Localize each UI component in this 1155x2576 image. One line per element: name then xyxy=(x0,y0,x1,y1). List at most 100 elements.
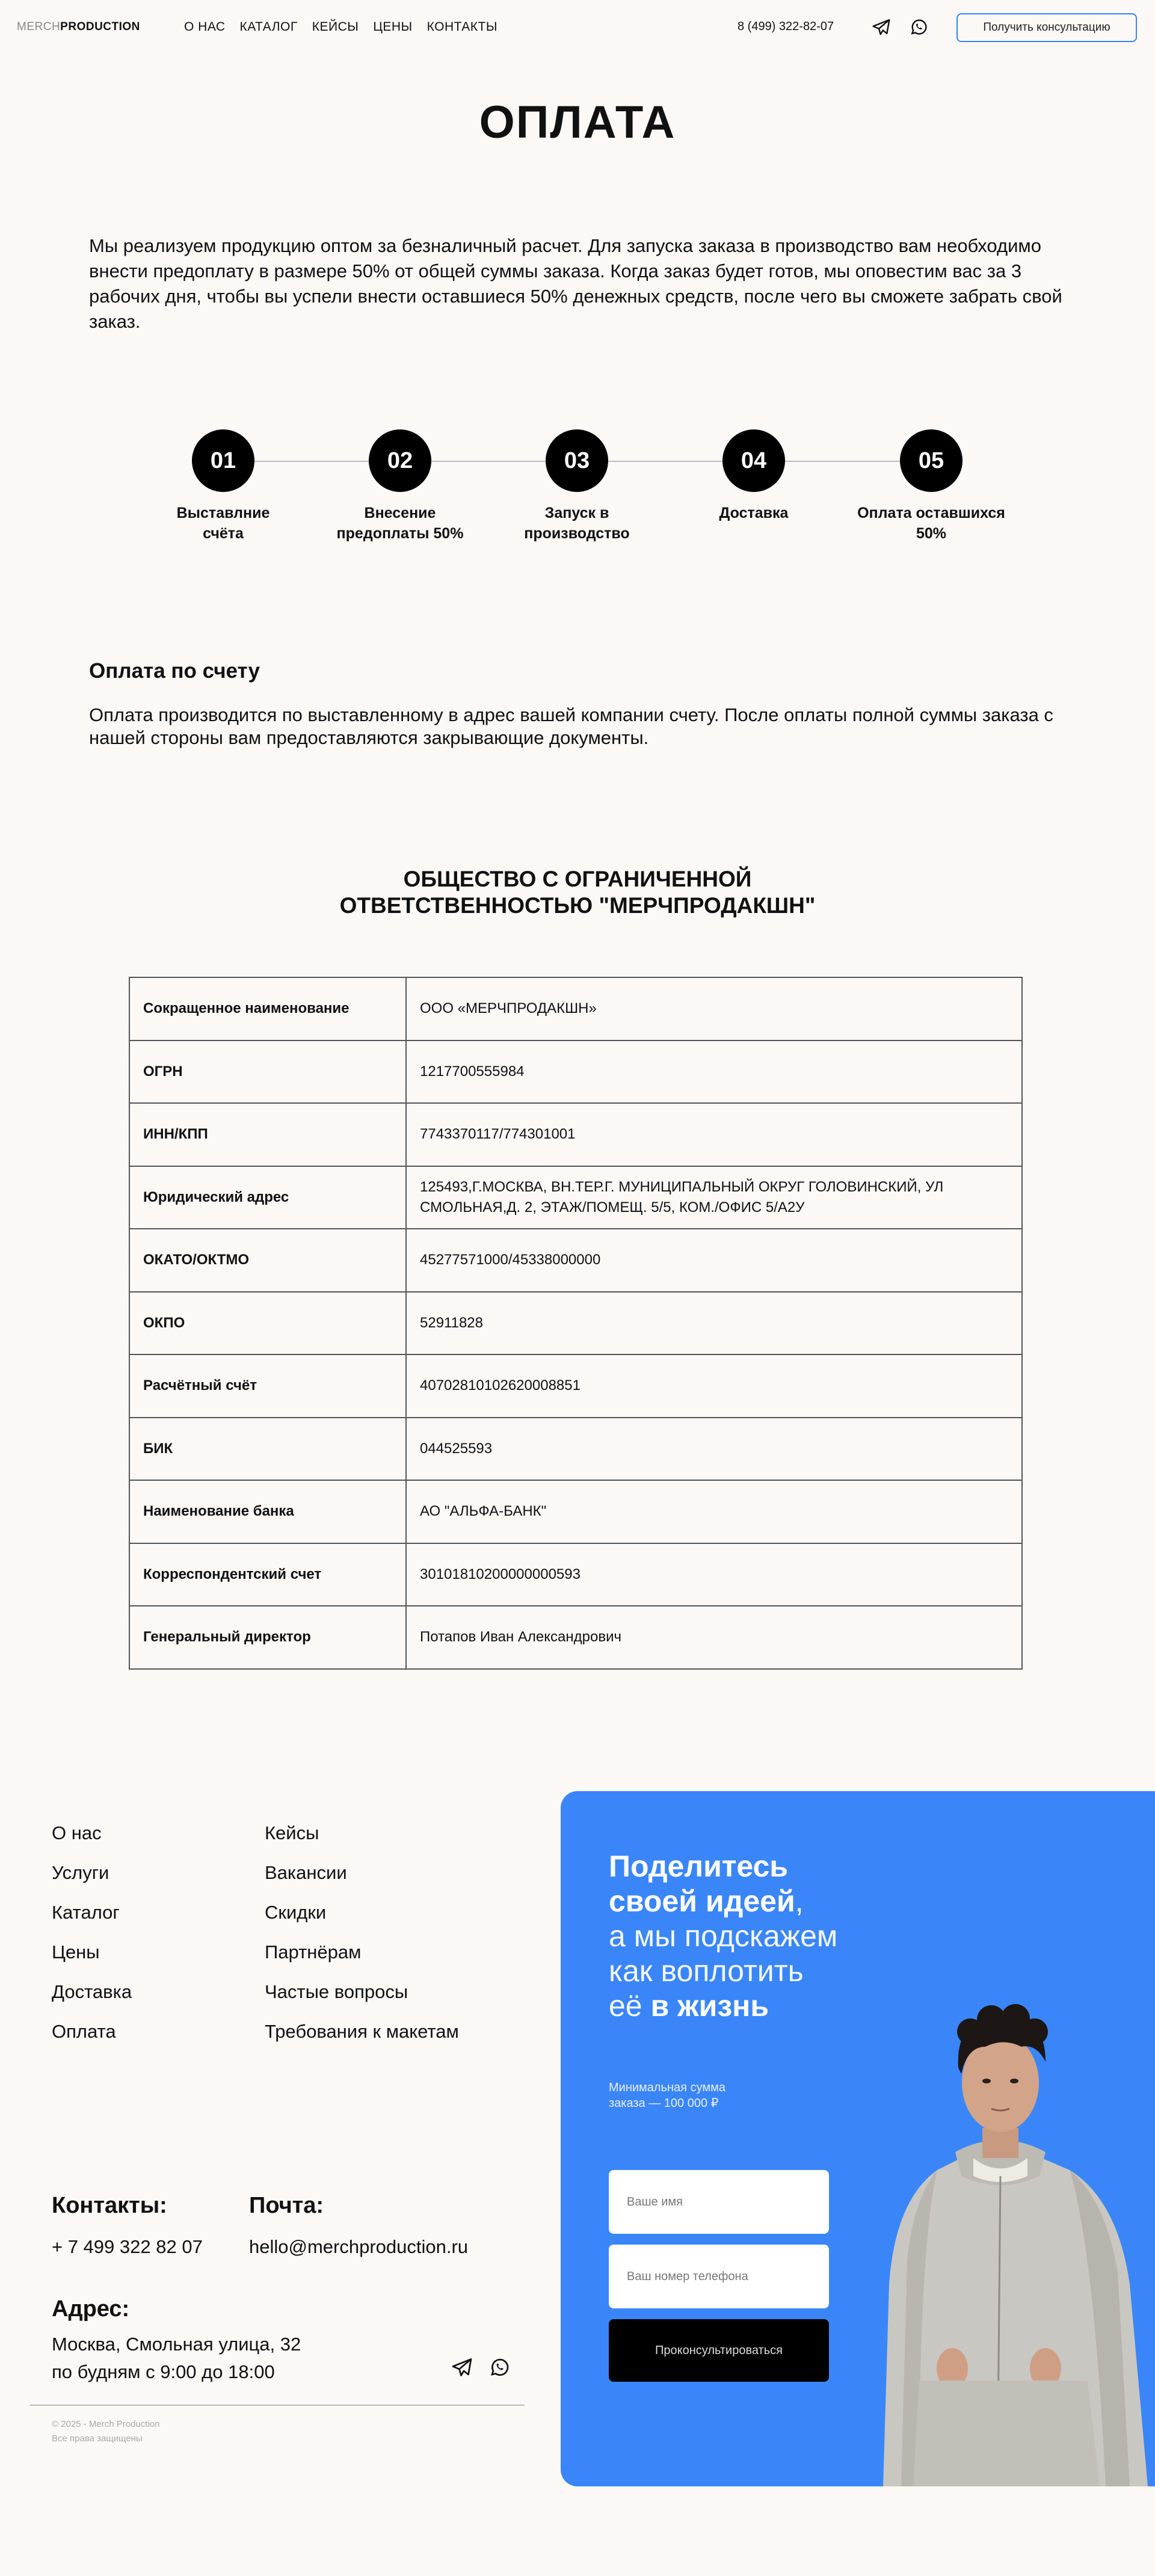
row-key: Наименование банка xyxy=(129,1480,407,1544)
table-row: Корреспондентский счет 301018102000000005… xyxy=(129,1542,1023,1606)
table-row: ОКПО 52911828 xyxy=(129,1291,1023,1355)
company-name-line1: ОБЩЕСТВО С ОГРАНИЧЕННОЙ xyxy=(403,867,752,891)
row-value: 30101810200000000593 xyxy=(405,1542,1023,1606)
footer-link-faq[interactable]: Частые вопросы xyxy=(265,1981,459,2021)
telegram-icon[interactable] xyxy=(870,16,893,38)
footer-link-partners[interactable]: Партнёрам xyxy=(265,1941,459,1981)
table-row: ОГРН 1217700555984 xyxy=(129,1039,1023,1104)
footer-link-prices[interactable]: Цены xyxy=(52,1941,132,1981)
step-label: Запуск в производство xyxy=(524,505,630,542)
headline-part: Поделитесь xyxy=(609,1849,789,1883)
headline-part: в жизнь xyxy=(650,1989,769,2023)
table-row: Генеральный директор Потапов Иван Алексан… xyxy=(129,1605,1023,1670)
model-photo xyxy=(883,2004,1148,2486)
nav-contacts[interactable]: КОНТАКТЫ xyxy=(427,20,497,34)
step-label: Оплата оставшихся 50% xyxy=(857,505,1005,542)
row-key: Сокращенное наименование xyxy=(129,977,407,1041)
table-row: ИНН/КПП 7743370117/774301001 xyxy=(129,1102,1023,1167)
invoice-text: Оплата производится по выставленному в а… xyxy=(89,704,1053,748)
row-key: ИНН/КПП xyxy=(129,1102,407,1167)
table-row: Расчётный счёт 40702810102620008851 xyxy=(129,1354,1023,1418)
main-nav: О НАС КАТАЛОГ КЕЙСЫ ЦЕНЫ КОНТАКТЫ xyxy=(184,20,497,34)
consultation-form-panel: Поделитесь своей идеей, а мы подскажем к… xyxy=(561,1791,1155,2486)
row-value: 52911828 xyxy=(405,1291,1023,1355)
payment-intro: Мы реализуем продукцию оптом за безналич… xyxy=(89,235,1062,332)
footer-link-services[interactable]: Услуги xyxy=(52,1862,132,1902)
step-number: 01 xyxy=(192,429,254,492)
step-number: 03 xyxy=(546,429,608,492)
footer-link-discounts[interactable]: Скидки xyxy=(265,1902,459,1941)
min-order-note: Минимальная сумма заказа — 100 000 ₽ xyxy=(609,2080,725,2111)
nav-cases[interactable]: КЕЙСЫ xyxy=(312,20,359,34)
step-5: 05 Оплата оставшихся 50% xyxy=(841,429,1021,544)
contacts-phone[interactable]: + 7 499 322 82 07 xyxy=(52,2236,203,2258)
payment-steps: 01 Выставлние счёта 02 Внесение предопла… xyxy=(162,429,1029,550)
headline-part: , xyxy=(795,1884,804,1918)
row-value: 45277571000/45338000000 xyxy=(405,1228,1023,1293)
table-row: Наименование банка АО "АЛЬФА-БАНК" xyxy=(129,1480,1023,1544)
footer-link-catalog[interactable]: Каталог xyxy=(52,1902,132,1941)
footer-link-cases[interactable]: Кейсы xyxy=(265,1822,459,1862)
step-number: 02 xyxy=(369,429,431,492)
footer-link-payment[interactable]: Оплата xyxy=(52,2021,132,2061)
logo[interactable]: MERCHPRODUCTION xyxy=(17,20,140,34)
nav-prices[interactable]: ЦЕНЫ xyxy=(373,20,412,34)
mail-heading: Почта: xyxy=(249,2193,324,2218)
footer-link-delivery[interactable]: Доставка xyxy=(52,1981,132,2021)
row-value: 40702810102620008851 xyxy=(405,1354,1023,1418)
row-key: Генеральный директор xyxy=(129,1605,407,1670)
name-input[interactable] xyxy=(609,2170,829,2234)
row-value: Потапов Иван Александрович xyxy=(405,1605,1023,1670)
row-value: 125493,Г.МОСКВА, ВН.ТЕР.Г. МУНИЦИПАЛЬНЫЙ… xyxy=(405,1165,1023,1229)
footer-whatsapp-icon[interactable] xyxy=(486,2354,513,2381)
headline-part: а мы подскажем xyxy=(609,1919,838,1953)
step-number: 04 xyxy=(722,429,785,492)
row-value: 7743370117/774301001 xyxy=(405,1102,1023,1167)
footer-link-layout-requirements[interactable]: Требования к макетам xyxy=(265,2021,459,2061)
address-heading: Адрес: xyxy=(52,2296,130,2322)
row-key: ОКПО xyxy=(129,1291,407,1355)
row-key: Расчётный счёт xyxy=(129,1354,407,1418)
working-hours: по будням с 9:00 до 18:00 xyxy=(52,2361,275,2382)
min-order-line2: заказа — 100 000 ₽ xyxy=(609,2097,719,2110)
footer-nav-col1: О нас Услуги Каталог Цены Доставка Оплат… xyxy=(52,1822,132,2061)
headline-part: как воплотить xyxy=(609,1954,804,1988)
footer-link-about[interactable]: О нас xyxy=(52,1822,132,1862)
logo-part-production: PRODUCTION xyxy=(60,20,140,33)
step-label: Внесение предоплаты 50% xyxy=(336,505,464,542)
header: MERCHPRODUCTION О НАС КАТАЛОГ КЕЙСЫ ЦЕНЫ… xyxy=(0,0,1155,55)
nav-about[interactable]: О НАС xyxy=(184,20,226,34)
step-label: Доставка xyxy=(719,505,789,521)
nav-catalog[interactable]: КАТАЛОГ xyxy=(240,20,298,34)
step-3: 03 Запуск в производство xyxy=(502,429,652,544)
step-2: 02 Внесение предоплаты 50% xyxy=(325,429,475,544)
row-key: ОГРН xyxy=(129,1039,407,1104)
row-value: 044525593 xyxy=(405,1416,1023,1481)
row-key: Корреспондентский счет xyxy=(129,1542,407,1606)
header-phone[interactable]: 8 (499) 322-82-07 xyxy=(738,20,834,34)
table-row: БИК 044525593 xyxy=(129,1416,1023,1481)
whatsapp-icon[interactable] xyxy=(907,16,930,38)
company-name-line2: ОТВЕТСТВЕННОСТЬЮ "МЕРЧПРОДАКШН" xyxy=(339,893,816,918)
row-key: БИК xyxy=(129,1416,407,1481)
consultation-button[interactable]: Получить консультацию xyxy=(956,13,1137,42)
step-4: 04 Доставка xyxy=(679,429,829,523)
min-order-line1: Минимальная сумма xyxy=(609,2081,725,2094)
submit-button[interactable]: Проконсультироваться xyxy=(609,2319,829,2382)
phone-input[interactable] xyxy=(609,2245,829,2308)
copyright: © 2025 - Merch Production xyxy=(52,2419,160,2429)
row-value: 1217700555984 xyxy=(405,1039,1023,1104)
address-text: Москва, Смольная улица, 32 xyxy=(52,2334,301,2355)
table-row: Сокращенное наименование ООО «МЕРЧПРОДАКШ… xyxy=(129,977,1023,1041)
headline-part: своей идеей xyxy=(609,1884,795,1918)
row-key: Юридический адрес xyxy=(129,1165,407,1229)
table-row: ОКАТО/ОКТМО 45277571000/45338000000 xyxy=(129,1228,1023,1293)
row-value: АО "АЛЬФА-БАНК" xyxy=(405,1480,1023,1544)
headline-part: её xyxy=(609,1989,651,2023)
footer-link-vacancies[interactable]: Вакансии xyxy=(265,1862,459,1902)
footer-telegram-icon[interactable] xyxy=(449,2354,475,2381)
step-label: Выставлние счёта xyxy=(176,505,270,542)
mail-link[interactable]: hello@merchproduction.ru xyxy=(249,2236,468,2258)
footer-nav-col2: Кейсы Вакансии Скидки Партнёрам Частые в… xyxy=(265,1822,459,2061)
step-1: 01 Выставлние счёта xyxy=(148,429,298,544)
